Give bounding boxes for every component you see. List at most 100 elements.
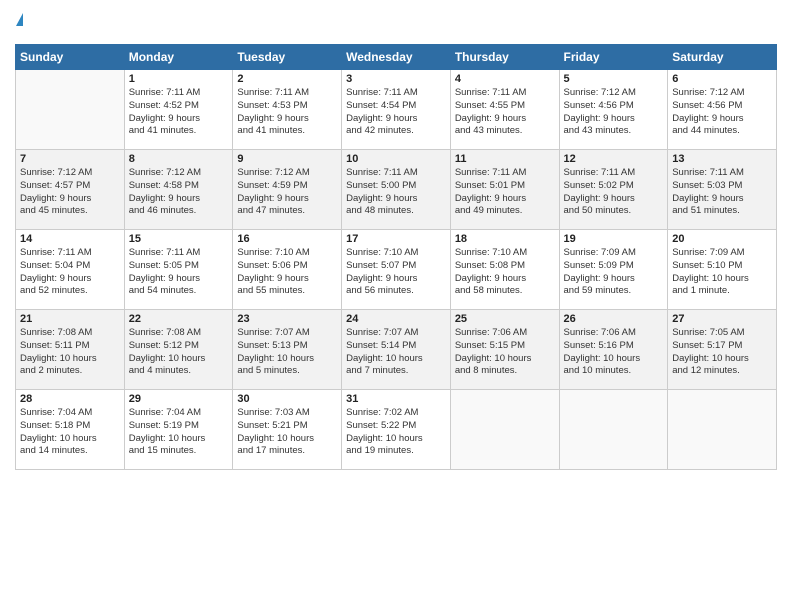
day-info: Sunrise: 7:04 AM Sunset: 5:19 PM Dayligh… <box>129 407 229 458</box>
day-cell: 12Sunrise: 7:11 AM Sunset: 5:02 PM Dayli… <box>559 150 668 230</box>
day-cell: 10 Sunrise: 7:11 AM Sunset: 5:00 PM Dayli… <box>342 150 451 230</box>
main-container: SundayMondayTuesdayWednesdayThursdayFrid… <box>0 0 792 480</box>
day-number: 11 <box>455 153 555 165</box>
day-cell: 5Sunrise: 7:12 AM Sunset: 4:56 PM Daylig… <box>559 70 668 150</box>
day-info: Sunrise: 7:11 AM Sunset: 4:53 PM Dayligh… <box>237 87 337 138</box>
header-cell-sunday: Sunday <box>16 45 125 70</box>
day-info: Sunrise: 7:09 AM Sunset: 5:09 PM Dayligh… <box>564 247 664 298</box>
day-number: 25 <box>455 313 555 325</box>
week-row-3: 14 Sunrise: 7:11 AM Sunset: 5:04 PM Dayli… <box>16 230 777 310</box>
day-number: 6 <box>672 73 772 85</box>
day-info: Sunrise: 7:06 AM Sunset: 5:16 PM Dayligh… <box>564 327 664 378</box>
day-info: Sunrise: 7:11 AM Sunset: 5:00 PM Dayligh… <box>346 167 446 218</box>
week-row-4: 21 Sunrise: 7:08 AM Sunset: 5:11 PM Dayli… <box>16 310 777 390</box>
day-info: Sunrise: 7:11 AM Sunset: 4:55 PM Dayligh… <box>455 87 555 138</box>
day-number: 23 <box>237 313 337 325</box>
header-cell-tuesday: Tuesday <box>233 45 342 70</box>
day-cell: 15 Sunrise: 7:11 AM Sunset: 5:05 PM Dayli… <box>124 230 233 310</box>
day-number: 18 <box>455 233 555 245</box>
day-info: Sunrise: 7:07 AM Sunset: 5:14 PM Dayligh… <box>346 327 446 378</box>
header-cell-monday: Monday <box>124 45 233 70</box>
day-info: Sunrise: 7:07 AM Sunset: 5:13 PM Dayligh… <box>237 327 337 378</box>
day-cell <box>16 70 125 150</box>
day-info: Sunrise: 7:11 AM Sunset: 4:54 PM Dayligh… <box>346 87 446 138</box>
day-cell: 16Sunrise: 7:10 AM Sunset: 5:06 PM Dayli… <box>233 230 342 310</box>
day-cell: 2 Sunrise: 7:11 AM Sunset: 4:53 PM Daylig… <box>233 70 342 150</box>
day-info: Sunrise: 7:11 AM Sunset: 5:01 PM Dayligh… <box>455 167 555 218</box>
day-cell: 26 Sunrise: 7:06 AM Sunset: 5:16 PM Dayli… <box>559 310 668 390</box>
day-number: 10 <box>346 153 446 165</box>
day-number: 8 <box>129 153 229 165</box>
day-number: 14 <box>20 233 120 245</box>
day-info: Sunrise: 7:12 AM Sunset: 4:56 PM Dayligh… <box>672 87 772 138</box>
header <box>15 10 777 36</box>
day-cell: 31Sunrise: 7:02 AM Sunset: 5:22 PM Dayli… <box>342 390 451 470</box>
week-row-5: 28 Sunrise: 7:04 AM Sunset: 5:18 PM Dayli… <box>16 390 777 470</box>
day-number: 19 <box>564 233 664 245</box>
day-cell <box>450 390 559 470</box>
day-number: 1 <box>129 73 229 85</box>
day-cell: 18 Sunrise: 7:10 AM Sunset: 5:08 PM Dayli… <box>450 230 559 310</box>
day-number: 16 <box>237 233 337 245</box>
logo-triangle-icon <box>16 13 23 26</box>
week-row-2: 7Sunrise: 7:12 AM Sunset: 4:57 PM Daylig… <box>16 150 777 230</box>
day-cell: 9 Sunrise: 7:12 AM Sunset: 4:59 PM Daylig… <box>233 150 342 230</box>
day-cell: 8 Sunrise: 7:12 AM Sunset: 4:58 PM Daylig… <box>124 150 233 230</box>
day-info: Sunrise: 7:12 AM Sunset: 4:58 PM Dayligh… <box>129 167 229 218</box>
day-cell <box>559 390 668 470</box>
day-cell: 20Sunrise: 7:09 AM Sunset: 5:10 PM Dayli… <box>668 230 777 310</box>
day-info: Sunrise: 7:10 AM Sunset: 5:08 PM Dayligh… <box>455 247 555 298</box>
day-info: Sunrise: 7:12 AM Sunset: 4:59 PM Dayligh… <box>237 167 337 218</box>
day-number: 21 <box>20 313 120 325</box>
day-number: 27 <box>672 313 772 325</box>
day-info: Sunrise: 7:11 AM Sunset: 4:52 PM Dayligh… <box>129 87 229 138</box>
day-info: Sunrise: 7:11 AM Sunset: 5:05 PM Dayligh… <box>129 247 229 298</box>
day-cell: 27 Sunrise: 7:05 AM Sunset: 5:17 PM Dayli… <box>668 310 777 390</box>
day-number: 28 <box>20 393 120 405</box>
day-number: 2 <box>237 73 337 85</box>
day-number: 22 <box>129 313 229 325</box>
day-number: 15 <box>129 233 229 245</box>
day-number: 5 <box>564 73 664 85</box>
day-info: Sunrise: 7:12 AM Sunset: 4:57 PM Dayligh… <box>20 167 120 218</box>
day-number: 26 <box>564 313 664 325</box>
day-info: Sunrise: 7:04 AM Sunset: 5:18 PM Dayligh… <box>20 407 120 458</box>
day-number: 13 <box>672 153 772 165</box>
day-cell: 21 Sunrise: 7:08 AM Sunset: 5:11 PM Dayli… <box>16 310 125 390</box>
day-info: Sunrise: 7:06 AM Sunset: 5:15 PM Dayligh… <box>455 327 555 378</box>
day-cell: 29 Sunrise: 7:04 AM Sunset: 5:19 PM Dayli… <box>124 390 233 470</box>
day-info: Sunrise: 7:11 AM Sunset: 5:04 PM Dayligh… <box>20 247 120 298</box>
day-info: Sunrise: 7:11 AM Sunset: 5:02 PM Dayligh… <box>564 167 664 218</box>
day-cell: 4 Sunrise: 7:11 AM Sunset: 4:55 PM Daylig… <box>450 70 559 150</box>
day-cell: 22 Sunrise: 7:08 AM Sunset: 5:12 PM Dayli… <box>124 310 233 390</box>
day-info: Sunrise: 7:10 AM Sunset: 5:07 PM Dayligh… <box>346 247 446 298</box>
day-number: 9 <box>237 153 337 165</box>
day-cell: 3 Sunrise: 7:11 AM Sunset: 4:54 PM Daylig… <box>342 70 451 150</box>
header-cell-thursday: Thursday <box>450 45 559 70</box>
day-info: Sunrise: 7:03 AM Sunset: 5:21 PM Dayligh… <box>237 407 337 458</box>
logo <box>15 10 23 36</box>
day-info: Sunrise: 7:09 AM Sunset: 5:10 PM Dayligh… <box>672 247 772 298</box>
day-cell: 14 Sunrise: 7:11 AM Sunset: 5:04 PM Dayli… <box>16 230 125 310</box>
day-cell: 25 Sunrise: 7:06 AM Sunset: 5:15 PM Dayli… <box>450 310 559 390</box>
day-cell <box>668 390 777 470</box>
day-number: 3 <box>346 73 446 85</box>
header-cell-friday: Friday <box>559 45 668 70</box>
header-cell-saturday: Saturday <box>668 45 777 70</box>
day-cell: 28 Sunrise: 7:04 AM Sunset: 5:18 PM Dayli… <box>16 390 125 470</box>
day-cell: 19 Sunrise: 7:09 AM Sunset: 5:09 PM Dayli… <box>559 230 668 310</box>
day-info: Sunrise: 7:11 AM Sunset: 5:03 PM Dayligh… <box>672 167 772 218</box>
day-info: Sunrise: 7:08 AM Sunset: 5:11 PM Dayligh… <box>20 327 120 378</box>
day-info: Sunrise: 7:08 AM Sunset: 5:12 PM Dayligh… <box>129 327 229 378</box>
calendar-body: 1 Sunrise: 7:11 AM Sunset: 4:52 PM Daylig… <box>16 70 777 470</box>
day-number: 17 <box>346 233 446 245</box>
day-cell: 13 Sunrise: 7:11 AM Sunset: 5:03 PM Dayli… <box>668 150 777 230</box>
day-cell: 17 Sunrise: 7:10 AM Sunset: 5:07 PM Dayli… <box>342 230 451 310</box>
day-cell: 24 Sunrise: 7:07 AM Sunset: 5:14 PM Dayli… <box>342 310 451 390</box>
day-number: 24 <box>346 313 446 325</box>
day-info: Sunrise: 7:05 AM Sunset: 5:17 PM Dayligh… <box>672 327 772 378</box>
day-number: 4 <box>455 73 555 85</box>
week-row-1: 1 Sunrise: 7:11 AM Sunset: 4:52 PM Daylig… <box>16 70 777 150</box>
day-number: 31 <box>346 393 446 405</box>
day-number: 29 <box>129 393 229 405</box>
